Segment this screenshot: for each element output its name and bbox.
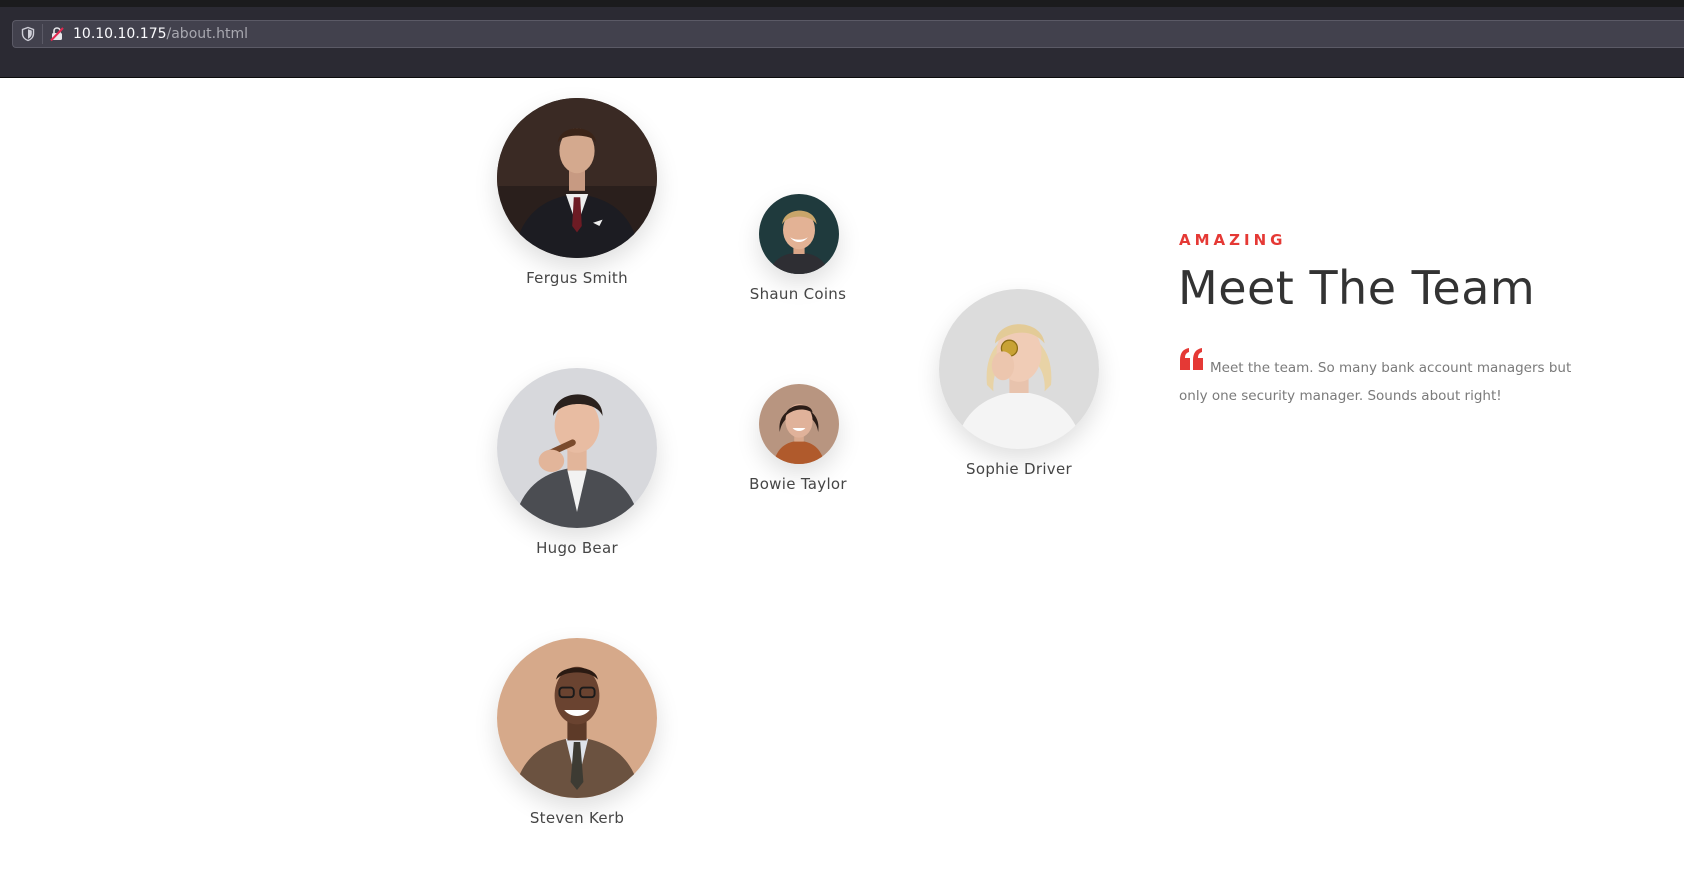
url-bar-separator [42,24,43,44]
url-bar[interactable]: 10.10.10.175/about.html [12,20,1684,48]
member-name-shaun-coins: Shaun Coins [749,285,847,303]
member-name-hugo-bear: Hugo Bear [536,539,618,557]
url-host: 10.10.10.175 [73,26,167,42]
member-name-sophie-driver: Sophie Driver [966,460,1072,478]
portrait-image [497,368,657,528]
member-name-fergus-smith: Fergus Smith [526,269,628,287]
avatar-fergus-smith [497,98,657,258]
member-name-steven-kerb: Steven Kerb [529,809,625,827]
avatar-bowie-taylor [759,384,839,464]
browser-title-strip [0,0,1684,7]
section-description: Meet the team. So many bank account mana… [1179,360,1572,404]
browser-toolbar: 10.10.10.175/about.html [0,7,1684,78]
portrait-image [939,289,1099,449]
about-page: Fergus Smith Shaun Coins Hugo Bear Bowie… [0,78,1684,896]
avatar-steven-kerb [497,638,657,798]
avatar-sophie-driver [939,289,1099,449]
portrait-image [759,384,839,464]
portrait-image [497,638,657,798]
section-title: Meet The Team [1178,261,1536,315]
url-text[interactable]: 10.10.10.175/about.html [73,25,248,43]
avatar-hugo-bear [497,368,657,528]
avatar-shaun-coins [759,194,839,274]
portrait-image [497,98,657,258]
section-eyebrow: AMAZING [1179,231,1287,249]
portrait-image [759,194,839,274]
member-name-bowie-taylor: Bowie Taylor [749,475,847,493]
insecure-connection-icon[interactable] [49,26,65,42]
url-path: /about.html [166,26,248,42]
tracking-protection-shield-icon[interactable] [20,26,36,42]
